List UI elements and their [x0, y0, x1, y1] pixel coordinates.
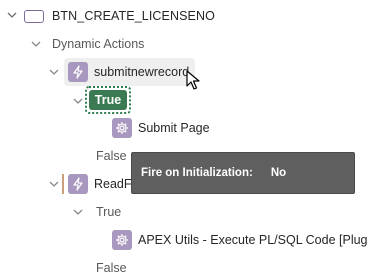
collapse-chevron-icon[interactable] — [72, 206, 84, 218]
tooltip: Fire on Initialization: No — [131, 152, 355, 194]
collapse-chevron-icon[interactable] — [6, 9, 18, 21]
tree-node-true-branch[interactable]: True — [96, 200, 121, 224]
lightning-icon — [68, 174, 88, 194]
action-label: Submit Page — [138, 121, 210, 135]
tree-node-false-branch[interactable]: False — [96, 144, 127, 168]
da-name-label: submitnewrecord — [94, 65, 190, 79]
lightning-icon — [68, 62, 88, 82]
false-branch-label: False — [96, 261, 127, 275]
collapse-chevron-icon[interactable] — [48, 178, 60, 190]
component-tree: BTN_CREATE_LICENSENO Dynamic Actions sub… — [0, 0, 368, 280]
collapse-chevron-icon[interactable] — [72, 95, 84, 107]
button-icon — [24, 9, 44, 23]
highlighted-node: submitnewrecord — [64, 58, 196, 86]
tooltip-value: No — [270, 167, 287, 179]
gear-icon — [112, 230, 132, 250]
false-branch-label: False — [96, 149, 127, 163]
tree-node-dynamic-actions[interactable]: Dynamic Actions — [52, 32, 144, 56]
tree-node-action-apex-utils[interactable]: APEX Utils - Execute PL/SQL Code [Plug-I — [112, 228, 368, 252]
modified-indicator-bar — [62, 174, 64, 194]
tree-node-false-branch[interactable]: False — [96, 256, 127, 280]
collapse-chevron-icon[interactable] — [48, 66, 60, 78]
gear-icon — [112, 118, 132, 138]
mouse-pointer-icon — [186, 70, 200, 90]
action-label: APEX Utils - Execute PL/SQL Code [Plug-I — [138, 233, 368, 247]
tree-node-da-submitnewrecord[interactable]: submitnewrecord — [64, 58, 196, 86]
true-branch-label: True — [96, 205, 122, 219]
tree-node-button[interactable]: BTN_CREATE_LICENSENO — [24, 4, 215, 28]
tooltip-key: Fire on Initialization: — [141, 167, 253, 179]
tree-node-action-submit-page[interactable]: Submit Page — [112, 116, 210, 140]
button-node-label: BTN_CREATE_LICENSENO — [52, 9, 215, 23]
collapse-chevron-icon[interactable] — [30, 38, 42, 50]
dynamic-actions-label: Dynamic Actions — [52, 37, 145, 51]
true-branch-node-selected[interactable]: True — [85, 86, 131, 114]
true-branch-label: True — [89, 90, 127, 110]
